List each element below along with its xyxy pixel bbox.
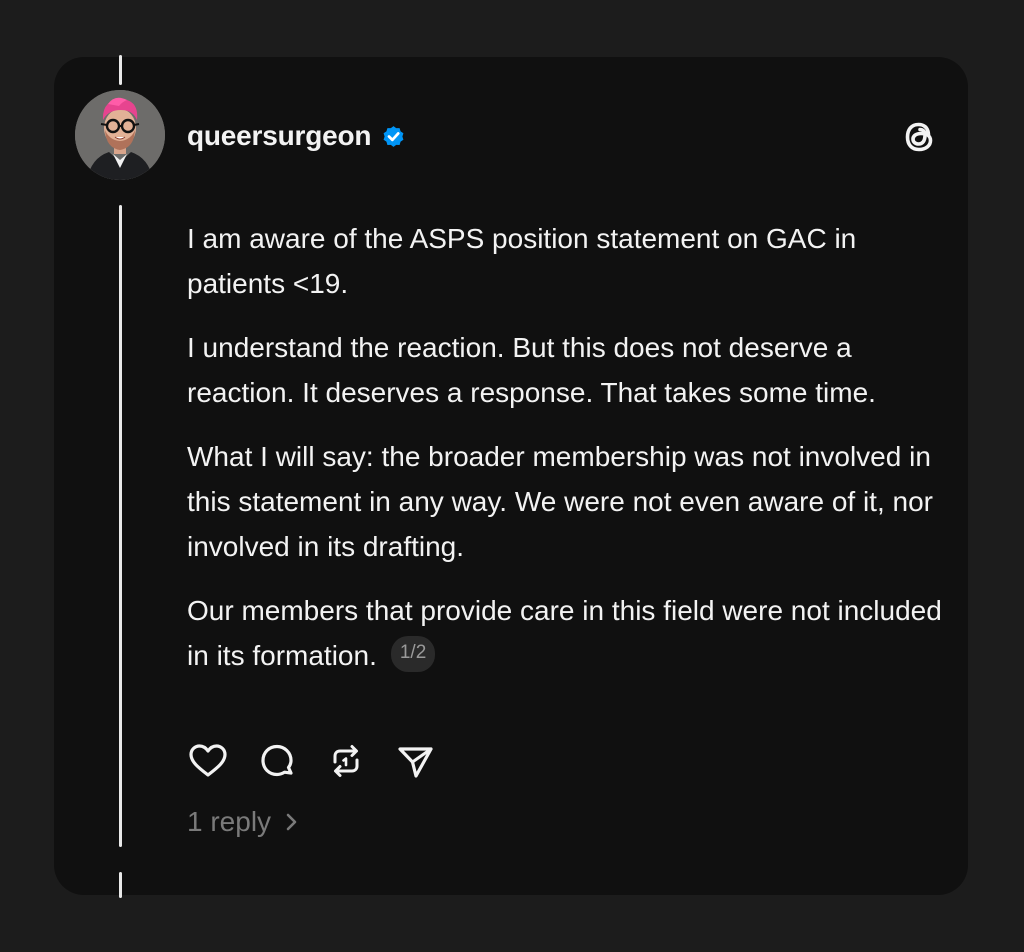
chevron-right-icon (286, 813, 297, 831)
post-paragraph: What I will say: the broader membership … (187, 441, 933, 562)
share-button[interactable] (394, 740, 436, 782)
threads-logo-icon[interactable] (895, 113, 943, 161)
replies-count: 1 reply (187, 806, 272, 837)
repost-icon (333, 745, 359, 777)
send-icon (398, 747, 433, 778)
thread-line (119, 205, 122, 847)
action-bar (187, 740, 463, 782)
repost-button[interactable] (325, 740, 367, 782)
replies-link[interactable]: 1 reply (187, 806, 301, 838)
post-paragraph-last: Our members that provide care in this fi… (187, 588, 947, 678)
avatar[interactable] (75, 90, 165, 180)
post-paragraph: I am aware of the ASPS position statemen… (187, 223, 857, 299)
page: queersurgeon I am aware of the ASPS posi… (0, 0, 1024, 952)
post-paragraph: I understand the reaction. But this does… (187, 332, 876, 408)
post-paragraph: Our members that provide care in this fi… (187, 595, 942, 671)
verified-badge-icon (383, 125, 404, 147)
like-button[interactable] (187, 740, 229, 782)
thread-line-top (119, 55, 122, 85)
post-text: I am aware of the ASPS position statemen… (187, 216, 947, 697)
username[interactable]: queersurgeon (187, 120, 372, 152)
avatar-image (75, 90, 165, 180)
thread-page-indicator: 1/2 (390, 635, 436, 672)
thread-line-bottom (119, 872, 122, 898)
reply-button[interactable] (256, 740, 298, 782)
heart-icon (189, 744, 227, 777)
author-row: queersurgeon (187, 118, 407, 154)
comment-bubble-icon (261, 744, 293, 777)
